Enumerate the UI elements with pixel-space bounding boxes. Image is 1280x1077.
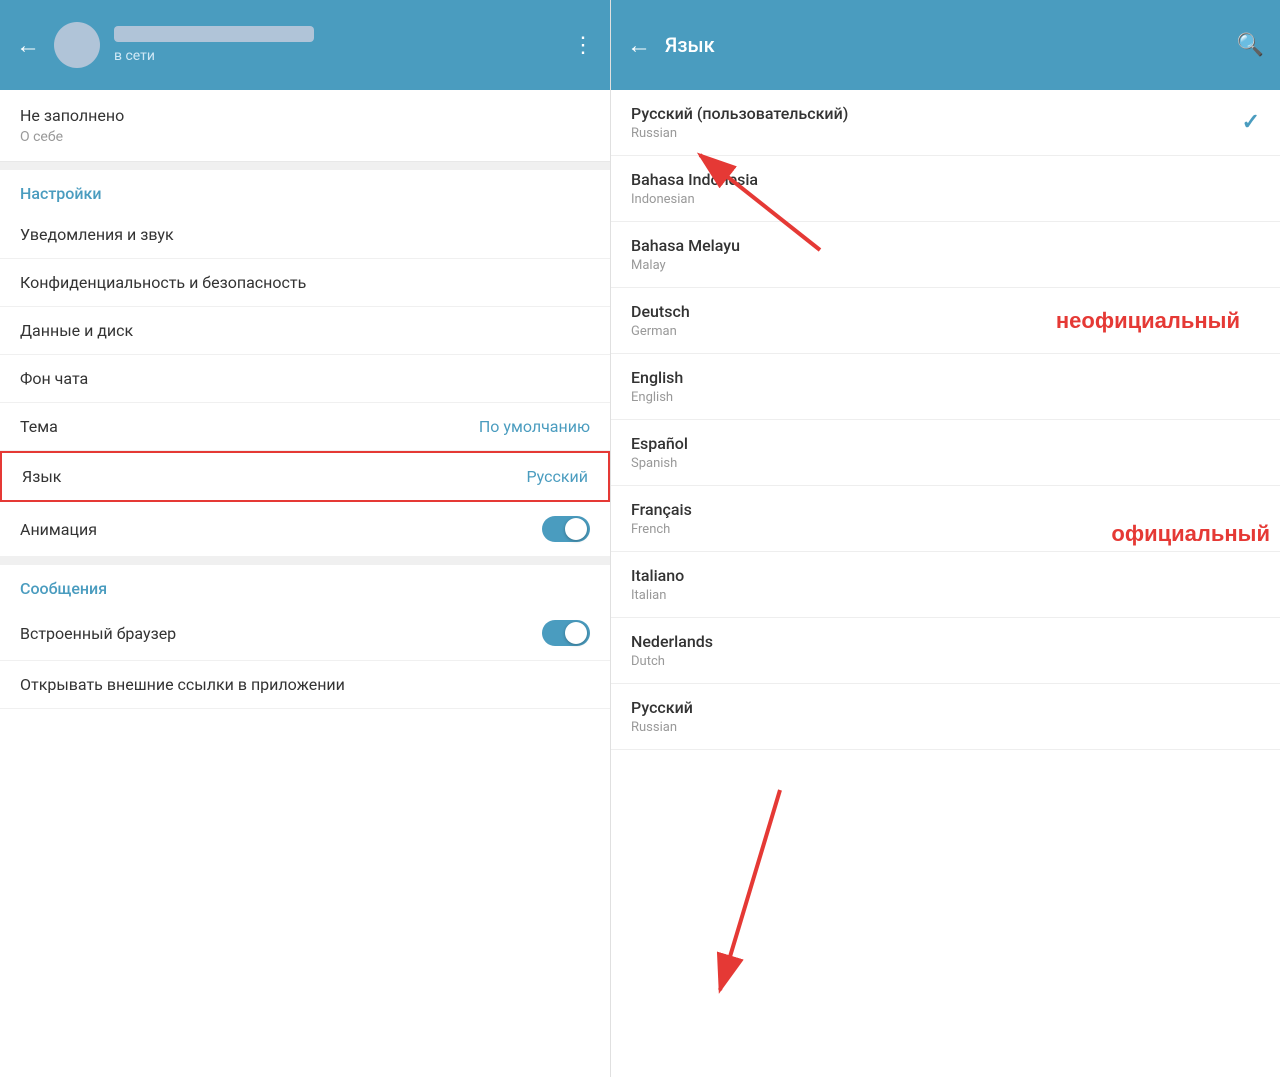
official-annotation: официальный xyxy=(1111,521,1270,547)
lang-item-text: Français French xyxy=(631,500,692,537)
settings-privacy[interactable]: Конфиденциальность и безопасность xyxy=(0,259,610,307)
settings-language-value: Русский xyxy=(526,467,588,486)
right-header: ← Язык 🔍 xyxy=(611,0,1280,90)
settings-browser: Встроенный браузер xyxy=(0,606,610,661)
settings-language-label: Язык xyxy=(22,467,61,486)
lang-item-text: Nederlands Dutch xyxy=(631,632,713,669)
lang-sub: Spanish xyxy=(631,456,688,471)
lang-item-spanish[interactable]: Español Spanish xyxy=(611,420,1280,486)
lang-name: Русский (пользовательский) xyxy=(631,104,848,123)
settings-open-links-label: Открывать внешние ссылки в приложении xyxy=(20,675,345,694)
lang-name: Italiano xyxy=(631,566,684,585)
user-name xyxy=(114,26,314,42)
settings-theme[interactable]: Тема По умолчанию xyxy=(0,403,610,451)
unofficial-annotation: неофициальный xyxy=(1056,308,1240,334)
left-back-button[interactable]: ← xyxy=(16,31,40,60)
language-list: Русский (пользовательский) Russian ✓ Bah… xyxy=(611,90,1280,1077)
lang-item-text: Русский Russian xyxy=(631,698,693,735)
settings-notifications[interactable]: Уведомления и звук xyxy=(0,211,610,259)
left-content: Не заполнено О себе Настройки Уведомлени… xyxy=(0,90,610,1077)
lang-item-text: Русский (пользовательский) Russian xyxy=(631,104,848,141)
user-status: в сети xyxy=(114,48,558,64)
lang-item-russian-custom[interactable]: Русский (пользовательский) Russian ✓ xyxy=(611,90,1280,156)
lang-item-malay[interactable]: Bahasa Melayu Malay xyxy=(611,222,1280,288)
lang-item-text: Deutsch German xyxy=(631,302,690,339)
lang-sub: German xyxy=(631,324,690,339)
avatar xyxy=(54,22,100,68)
lang-sub: Russian xyxy=(631,126,848,141)
lang-item-text: Español Spanish xyxy=(631,434,688,471)
lang-sub: Italian xyxy=(631,588,684,603)
language-page-title: Язык xyxy=(665,33,1223,57)
settings-section-header: Настройки xyxy=(0,170,610,211)
lang-item-dutch[interactable]: Nederlands Dutch xyxy=(611,618,1280,684)
messages-divider xyxy=(0,557,610,565)
lang-item-text: Bahasa Melayu Malay xyxy=(631,236,740,273)
lang-item-english[interactable]: English English xyxy=(611,354,1280,420)
settings-language[interactable]: Язык Русский xyxy=(0,451,610,502)
lang-name: Deutsch xyxy=(631,302,690,321)
lang-item-indonesian[interactable]: Bahasa Indonesia Indonesian xyxy=(611,156,1280,222)
lang-item-russian[interactable]: Русский Russian xyxy=(611,684,1280,750)
animation-toggle[interactable] xyxy=(542,516,590,542)
settings-theme-value: По умолчанию xyxy=(479,417,590,436)
settings-open-links: Открывать внешние ссылки в приложении xyxy=(0,661,610,709)
lang-name: Bahasa Melayu xyxy=(631,236,740,255)
user-info: в сети xyxy=(114,26,558,64)
lang-sub: Malay xyxy=(631,258,740,273)
settings-notifications-label: Уведомления и звук xyxy=(20,225,174,244)
lang-sub: French xyxy=(631,522,692,537)
lang-item-text: English English xyxy=(631,368,683,405)
more-button[interactable]: ⋮ xyxy=(572,33,594,58)
settings-privacy-label: Конфиденциальность и безопасность xyxy=(20,273,306,292)
settings-data-label: Данные и диск xyxy=(20,321,133,340)
settings-chat-bg[interactable]: Фон чата xyxy=(0,355,610,403)
lang-name: Русский xyxy=(631,698,693,717)
lang-name: Français xyxy=(631,500,692,519)
profile-not-filled: Не заполнено xyxy=(20,106,590,125)
lang-item-french[interactable]: Français French официальный xyxy=(611,486,1280,552)
right-back-button[interactable]: ← xyxy=(627,31,651,60)
section-divider xyxy=(0,162,610,170)
left-panel: ← в сети ⋮ Не заполнено О себе Настройки… xyxy=(0,0,610,1077)
lang-name: Bahasa Indonesia xyxy=(631,170,758,189)
lang-name: English xyxy=(631,368,683,387)
settings-animation: Анимация xyxy=(0,502,610,557)
lang-sub: English xyxy=(631,390,683,405)
lang-item-german[interactable]: Deutsch German неофициальный xyxy=(611,288,1280,354)
profile-about: О себе xyxy=(20,129,590,145)
search-button[interactable]: 🔍 xyxy=(1237,33,1264,58)
settings-theme-label: Тема xyxy=(20,417,58,436)
selected-checkmark: ✓ xyxy=(1242,110,1260,135)
lang-name: Nederlands xyxy=(631,632,713,651)
lang-item-text: Italiano Italian xyxy=(631,566,684,603)
settings-animation-label: Анимация xyxy=(20,520,97,539)
lang-item-text: Bahasa Indonesia Indonesian xyxy=(631,170,758,207)
left-header: ← в сети ⋮ xyxy=(0,0,610,90)
lang-name: Español xyxy=(631,434,688,453)
messages-section-header: Сообщения xyxy=(0,565,610,606)
lang-item-italian[interactable]: Italiano Italian xyxy=(611,552,1280,618)
lang-sub: Russian xyxy=(631,720,693,735)
lang-sub: Indonesian xyxy=(631,192,758,207)
profile-section: Не заполнено О себе xyxy=(0,90,610,162)
lang-sub: Dutch xyxy=(631,654,713,669)
settings-chat-bg-label: Фон чата xyxy=(20,369,88,388)
settings-browser-label: Встроенный браузер xyxy=(20,624,176,643)
right-panel: ← Язык 🔍 Русский (пользовательский) Russ… xyxy=(610,0,1280,1077)
browser-toggle[interactable] xyxy=(542,620,590,646)
settings-data[interactable]: Данные и диск xyxy=(0,307,610,355)
